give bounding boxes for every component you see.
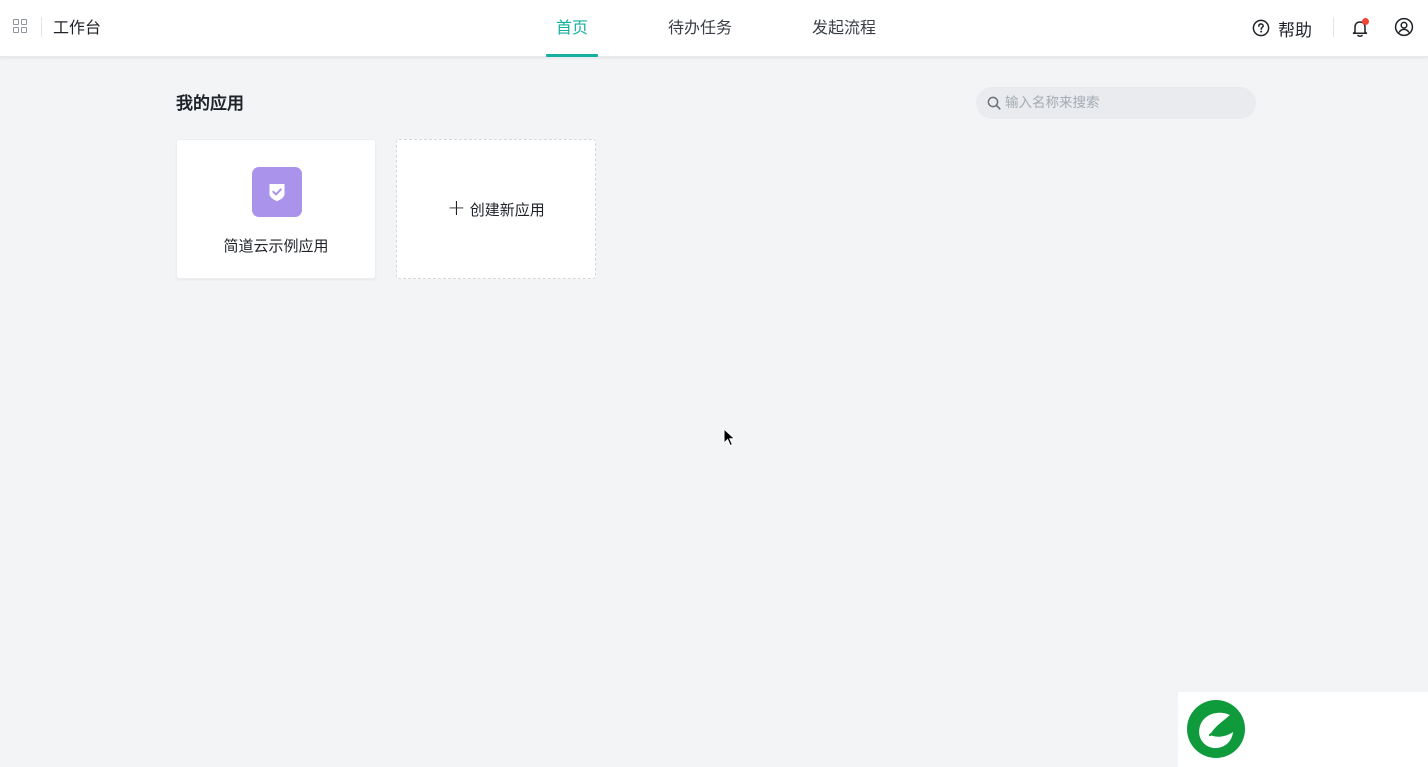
tab-todo-label: 待办任务 <box>668 18 733 37</box>
user-avatar-button[interactable] <box>1394 17 1414 37</box>
search-input[interactable] <box>1005 95 1245 111</box>
section-title: 我的应用 <box>176 94 244 114</box>
user-circle-icon <box>1394 17 1414 37</box>
header-divider <box>41 17 42 37</box>
app-name: 简道云示例应用 <box>223 237 329 255</box>
grid-icon[interactable] <box>12 18 30 36</box>
app-card[interactable]: 简道云示例应用 <box>176 139 376 279</box>
header-divider-right <box>1333 17 1334 37</box>
plus-icon: + <box>447 196 466 221</box>
tab-todo[interactable]: 待办任务 <box>668 0 732 57</box>
create-app-content: + 创建新应用 <box>447 196 545 221</box>
mouse-cursor-icon <box>723 428 736 447</box>
tab-home[interactable]: 首页 <box>546 0 598 57</box>
search-icon <box>987 96 1001 110</box>
app-icon-tile <box>252 167 302 217</box>
create-app-label: 创建新应用 <box>469 200 545 219</box>
shield-check-icon <box>269 184 285 202</box>
create-app-card[interactable]: + 创建新应用 <box>396 139 596 279</box>
top-bar: 工作台 首页 待办任务 发起流程 帮助 <box>0 0 1428 57</box>
brand-title[interactable]: 工作台 <box>53 17 101 39</box>
search-box[interactable] <box>976 87 1256 119</box>
tab-home-label: 首页 <box>555 18 588 37</box>
notification-button[interactable] <box>1350 18 1370 38</box>
tab-start-process[interactable]: 发起流程 <box>812 0 876 57</box>
help-button[interactable]: 帮助 <box>1252 16 1312 41</box>
corner-widget <box>1178 692 1428 767</box>
leaf-logo-icon <box>1187 700 1245 758</box>
help-label: 帮助 <box>1278 20 1312 41</box>
tab-start-process-label: 发起流程 <box>812 18 877 37</box>
active-tab-indicator <box>546 54 598 57</box>
question-circle-icon <box>1252 19 1270 37</box>
notification-dot <box>1362 18 1369 25</box>
